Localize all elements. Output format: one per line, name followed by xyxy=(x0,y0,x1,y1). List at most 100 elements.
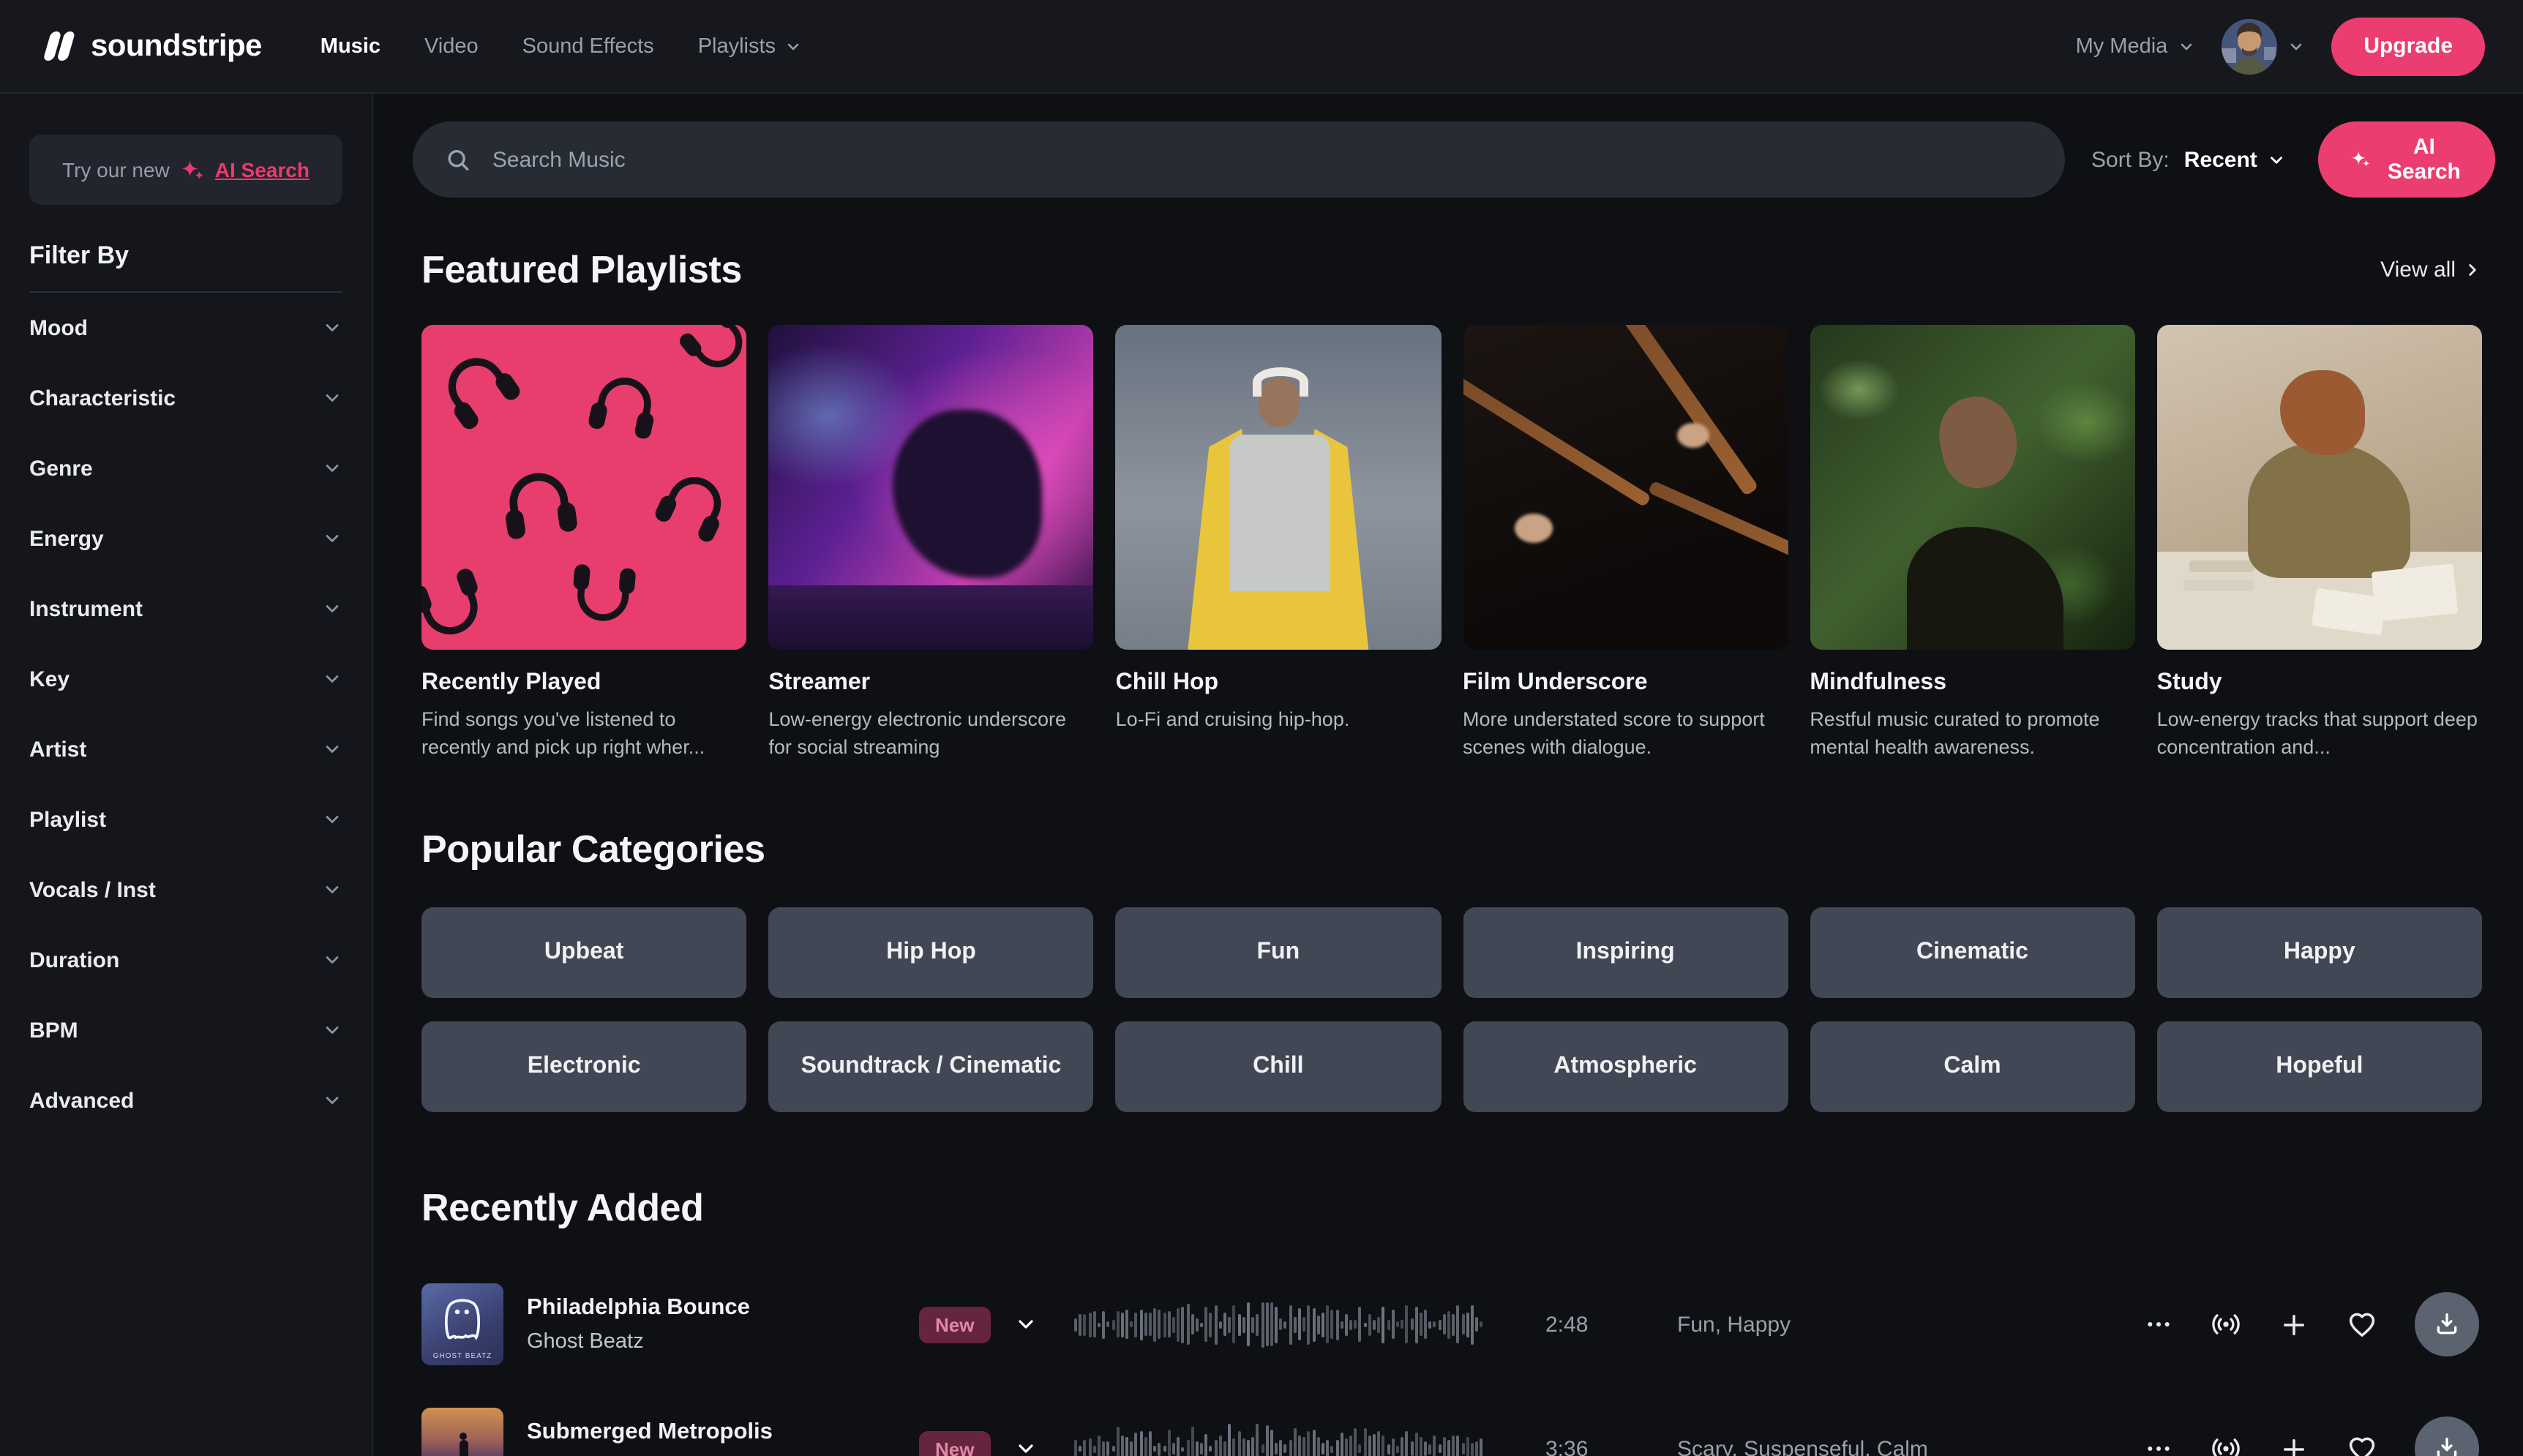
category-button-hip-hop[interactable]: Hip Hop xyxy=(768,907,1093,998)
ai-search-button-label: AI Search xyxy=(2385,135,2464,184)
chevron-down-icon xyxy=(2178,37,2195,55)
avatar xyxy=(2222,18,2277,74)
filter-item-bpm[interactable]: BPM xyxy=(29,995,342,1065)
popular-categories-title: Popular Categories xyxy=(421,827,2482,872)
category-grid: Upbeat Hip Hop Fun Inspiring Cinematic H… xyxy=(421,907,2482,1112)
filter-item-key[interactable]: Key xyxy=(29,644,342,714)
filter-item-instrument[interactable]: Instrument xyxy=(29,574,342,644)
track-album-art[interactable] xyxy=(421,1408,503,1456)
favorite-button[interactable] xyxy=(2346,1309,2378,1341)
playlist-card-image xyxy=(1463,325,1788,650)
track-title[interactable]: Philadelphia Bounce xyxy=(527,1296,919,1322)
track-artist[interactable]: Ghost Beatz xyxy=(527,1331,919,1354)
nav-item-video[interactable]: Video xyxy=(424,34,479,58)
more-options-button[interactable] xyxy=(2144,1435,2173,1456)
chevron-down-icon xyxy=(322,318,342,338)
recently-added-title: Recently Added xyxy=(421,1185,2482,1231)
ellipsis-icon xyxy=(2144,1435,2173,1456)
filter-label: Genre xyxy=(29,456,93,481)
radio-waves-icon xyxy=(2210,1309,2242,1341)
playlist-card-mindfulness[interactable]: Mindfulness Restful music curated to pro… xyxy=(1810,325,2134,762)
search-icon xyxy=(445,146,472,173)
nav-item-music[interactable]: Music xyxy=(320,34,380,58)
playlist-card-chill-hop[interactable]: Chill Hop Lo-Fi and cruising hip-hop. xyxy=(1116,325,1441,762)
ai-search-button[interactable]: AI Search xyxy=(2319,121,2496,198)
similar-songs-button[interactable] xyxy=(2210,1309,2242,1341)
chevron-down-icon xyxy=(322,1090,342,1111)
track-row-submerged-metropolis: Submerged Metropolis Lost Ghosts New 3:3… xyxy=(421,1387,2482,1456)
category-button-upbeat[interactable]: Upbeat xyxy=(421,907,746,998)
versions-chevron-down-icon[interactable] xyxy=(1013,1313,1037,1337)
filter-item-energy[interactable]: Energy xyxy=(29,503,342,574)
account-menu[interactable] xyxy=(2222,18,2305,74)
waveform[interactable] xyxy=(1074,1422,1484,1456)
nav-item-playlists[interactable]: Playlists xyxy=(698,34,802,58)
track-album-art[interactable]: GHOST BEATZ xyxy=(421,1284,503,1366)
category-button-calm[interactable]: Calm xyxy=(1810,1021,2134,1112)
playlist-card-desc: Find songs you've listened to recently a… xyxy=(421,707,746,762)
chevron-down-icon xyxy=(322,458,342,479)
track-duration: 3:36 xyxy=(1545,1437,1677,1456)
new-badge: New xyxy=(919,1307,990,1343)
filter-item-advanced[interactable]: Advanced xyxy=(29,1065,342,1136)
filter-item-playlist[interactable]: Playlist xyxy=(29,784,342,855)
add-to-playlist-button[interactable] xyxy=(2279,1434,2309,1456)
waveform[interactable] xyxy=(1074,1297,1484,1353)
versions-chevron-down-icon[interactable] xyxy=(1013,1438,1037,1456)
sort-by-select[interactable]: Recent xyxy=(2184,147,2287,172)
playlist-card-desc: Lo-Fi and cruising hip-hop. xyxy=(1116,707,1441,735)
track-title[interactable]: Submerged Metropolis xyxy=(527,1420,919,1446)
ai-search-promo-link[interactable]: AI Search xyxy=(215,158,310,181)
playlist-card-title: Streamer xyxy=(768,670,1093,697)
featured-cards: Recently Played Find songs you've listen… xyxy=(421,325,2482,762)
filter-item-mood[interactable]: Mood xyxy=(29,293,342,363)
category-button-cinematic[interactable]: Cinematic xyxy=(1810,907,2134,998)
chevron-down-icon xyxy=(322,669,342,689)
plus-icon xyxy=(2279,1310,2309,1340)
playlist-card-streamer[interactable]: Streamer Low-energy electronic underscor… xyxy=(768,325,1093,762)
category-button-fun[interactable]: Fun xyxy=(1116,907,1441,998)
more-options-button[interactable] xyxy=(2144,1310,2173,1340)
filter-item-artist[interactable]: Artist xyxy=(29,714,342,784)
sparkle-icon xyxy=(2351,146,2372,173)
download-button[interactable] xyxy=(2415,1293,2479,1357)
category-button-soundtrack-cinematic[interactable]: Soundtrack / Cinematic xyxy=(768,1021,1093,1112)
chevron-down-icon xyxy=(784,37,802,55)
similar-songs-button[interactable] xyxy=(2210,1433,2242,1456)
download-icon xyxy=(2432,1435,2462,1456)
upgrade-button[interactable]: Upgrade xyxy=(2331,17,2485,75)
filter-label: Characteristic xyxy=(29,386,176,410)
category-button-inspiring[interactable]: Inspiring xyxy=(1463,907,1788,998)
filter-item-genre[interactable]: Genre xyxy=(29,433,342,503)
view-all-link[interactable]: View all xyxy=(2380,258,2482,282)
track-art-label: GHOST BEATZ xyxy=(421,1353,503,1362)
playlist-card-image xyxy=(421,325,746,650)
category-button-happy[interactable]: Happy xyxy=(2157,907,2482,998)
promo-prefix: Try our new xyxy=(62,158,170,181)
chevron-down-icon xyxy=(322,739,342,759)
filter-label: BPM xyxy=(29,1018,78,1043)
chevron-down-icon xyxy=(322,879,342,900)
my-media-menu[interactable]: My Media xyxy=(2076,34,2196,58)
soundstripe-logo[interactable]: soundstripe xyxy=(38,26,262,66)
search-row: Sort By: Recent AI Search xyxy=(373,94,2523,198)
filter-item-vocals-inst[interactable]: Vocals / Inst xyxy=(29,855,342,925)
nav-item-sound-effects[interactable]: Sound Effects xyxy=(522,34,654,58)
sort-by-label: Sort By: xyxy=(2091,147,2170,172)
filter-item-duration[interactable]: Duration xyxy=(29,925,342,995)
soundstripe-logo-icon xyxy=(38,26,78,66)
playlist-card-study[interactable]: Study Low-energy tracks that support dee… xyxy=(2157,325,2482,762)
search-input[interactable] xyxy=(492,147,2033,172)
filter-item-characteristic[interactable]: Characteristic xyxy=(29,363,342,433)
chevron-right-icon xyxy=(2463,260,2482,279)
category-button-electronic[interactable]: Electronic xyxy=(421,1021,746,1112)
ai-search-promo: Try our new AI Search xyxy=(29,135,342,205)
add-to-playlist-button[interactable] xyxy=(2279,1310,2309,1340)
playlist-card-recently-played[interactable]: Recently Played Find songs you've listen… xyxy=(421,325,746,762)
favorite-button[interactable] xyxy=(2346,1433,2378,1456)
category-button-hopeful[interactable]: Hopeful xyxy=(2157,1021,2482,1112)
playlist-card-film-underscore[interactable]: Film Underscore More understated score t… xyxy=(1463,325,1788,762)
category-button-chill[interactable]: Chill xyxy=(1116,1021,1441,1112)
download-button[interactable] xyxy=(2415,1417,2479,1456)
category-button-atmospheric[interactable]: Atmospheric xyxy=(1463,1021,1788,1112)
